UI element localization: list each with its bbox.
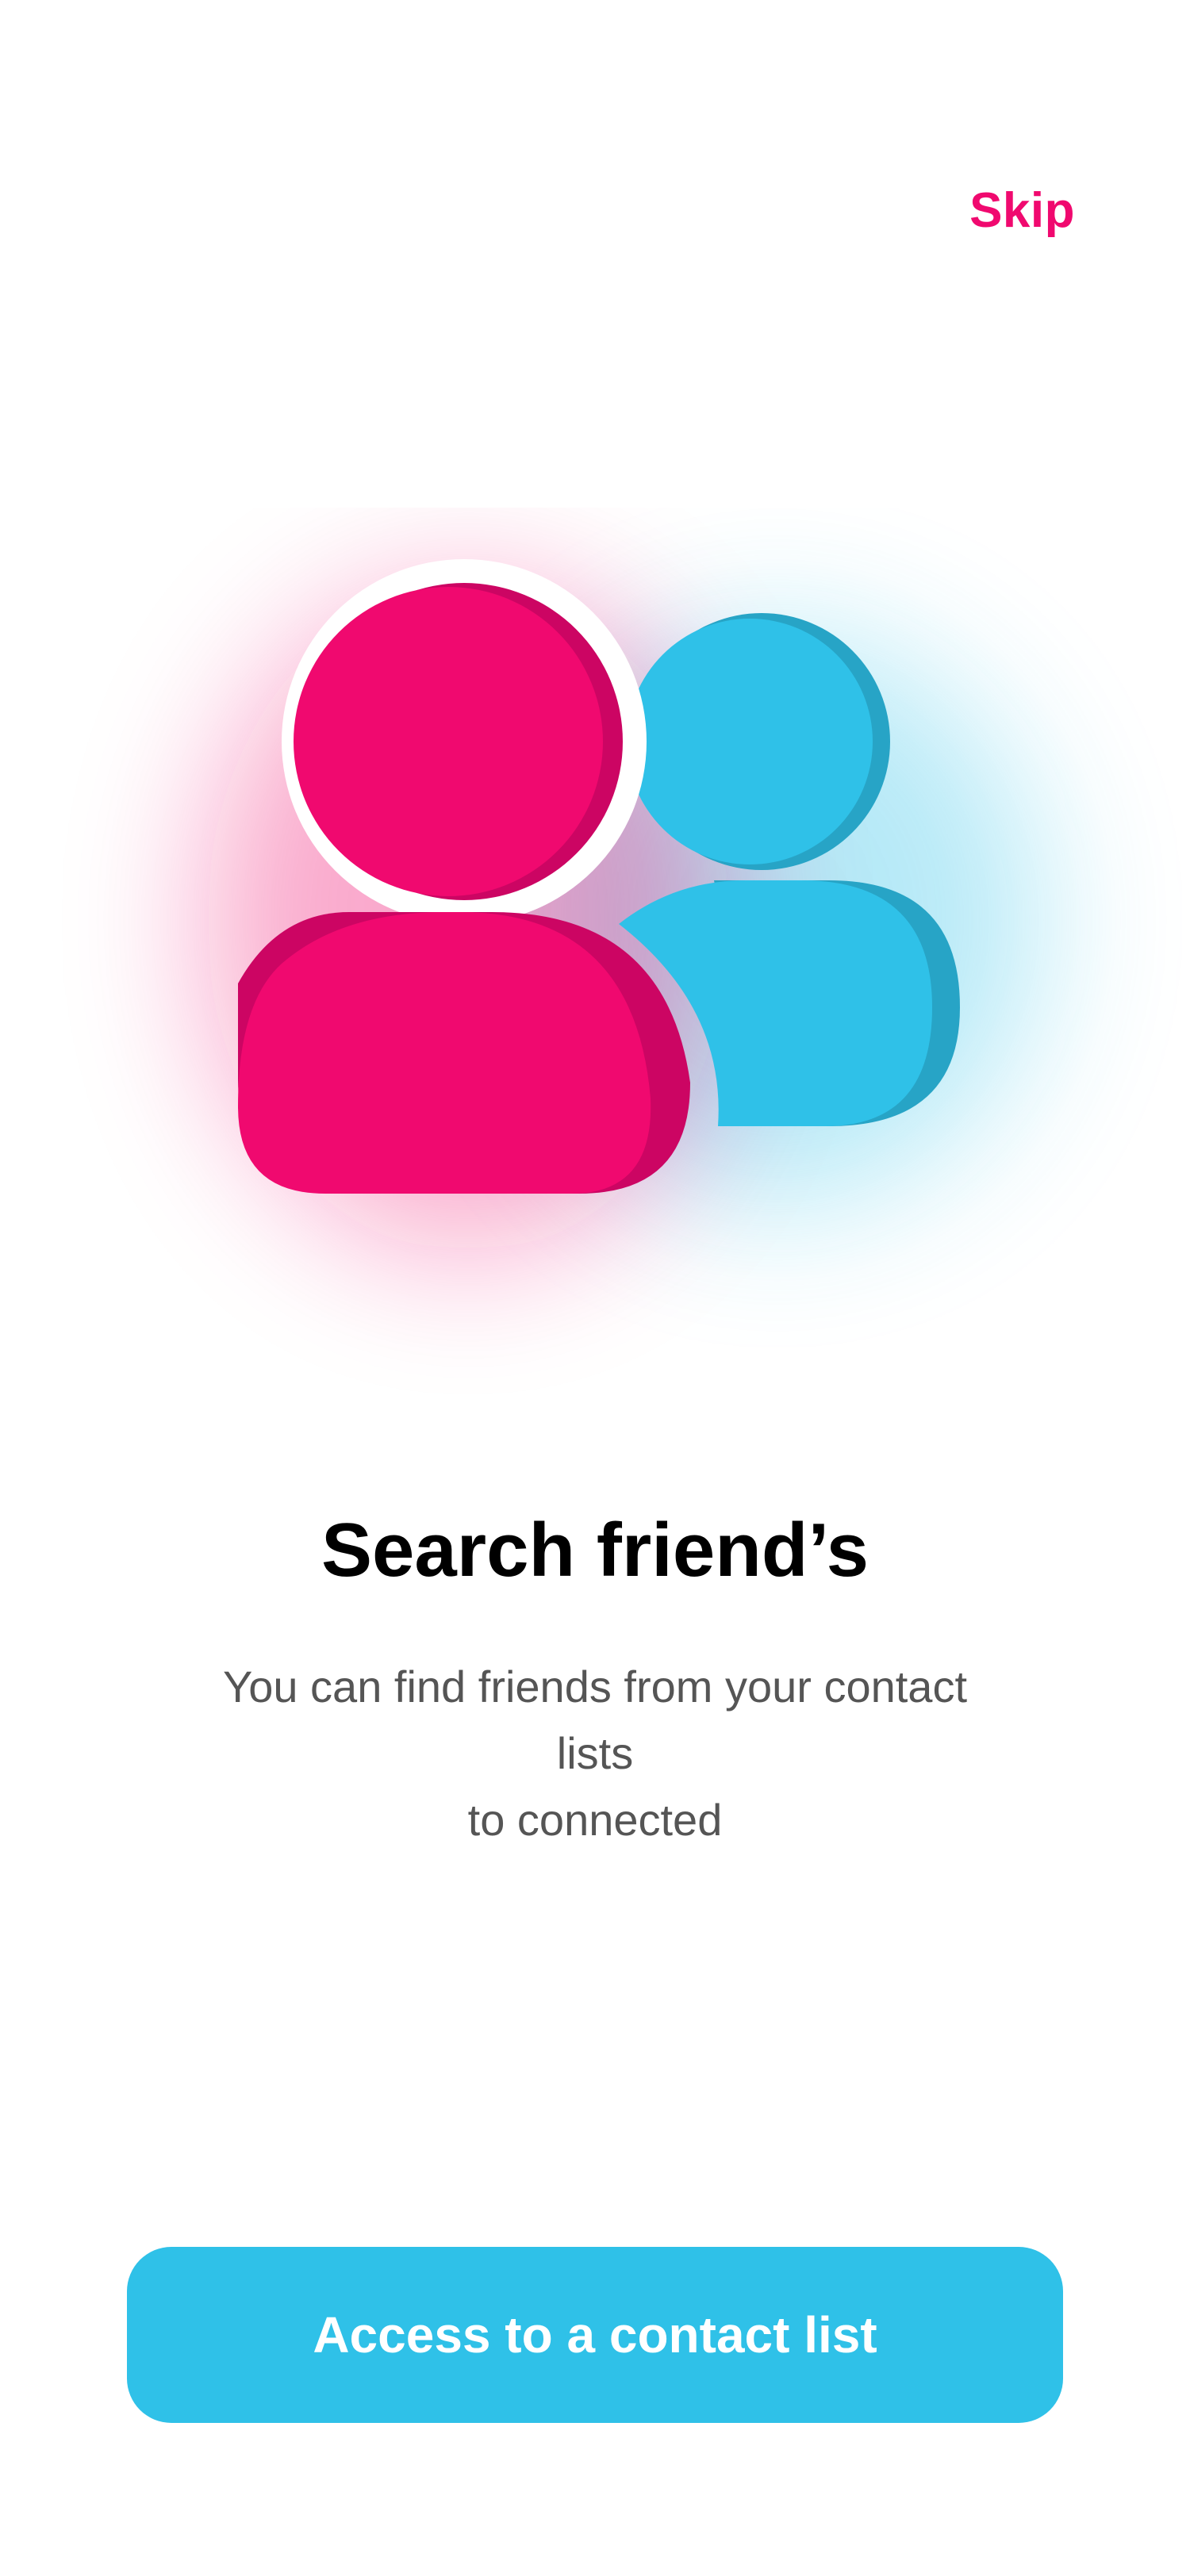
subtitle-line: to connected — [467, 1795, 723, 1845]
skip-button[interactable]: Skip — [969, 182, 1075, 239]
onboarding-screen: Skip Search friend’s You can find friend… — [0, 0, 1190, 2576]
primary-person-body-icon — [238, 912, 651, 1194]
access-contact-list-button[interactable]: Access to a contact list — [127, 2247, 1063, 2423]
secondary-person-head-icon — [627, 619, 873, 864]
subtitle-line: lists — [556, 1728, 634, 1778]
friends-illustration — [206, 559, 1039, 1253]
subtitle-line: You can find friends from your contact — [223, 1662, 967, 1712]
page-title: Search friend’s — [321, 1508, 869, 1593]
primary-person-head-icon — [294, 587, 603, 896]
page-subtitle: You can find friends from your contact l… — [159, 1654, 1031, 1853]
